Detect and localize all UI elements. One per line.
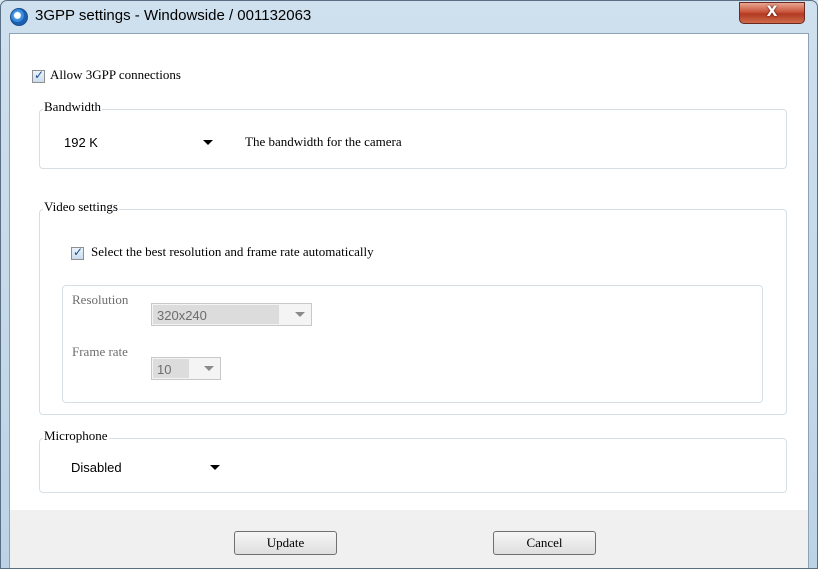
chevron-down-icon	[203, 140, 213, 145]
bandwidth-value: 192 K	[64, 135, 98, 150]
microphone-select[interactable]: Disabled	[65, 456, 227, 479]
frame-rate-value: 10	[157, 362, 172, 377]
chevron-down-icon	[204, 366, 214, 371]
window-title: 3GPP settings - Windowside / 001132063	[35, 7, 312, 24]
microphone-group-title: Microphone	[43, 428, 109, 444]
allow-3gpp-label: Allow 3GPP connections	[50, 67, 181, 82]
chevron-down-icon	[210, 465, 220, 470]
resolution-label: Resolution	[72, 292, 129, 307]
auto-resolution-label: Select the best resolution and frame rat…	[91, 244, 374, 259]
allow-3gpp-checkbox[interactable]	[32, 68, 45, 83]
dialog-window: 3GPP settings - Windowside / 001132063 X…	[0, 0, 818, 569]
update-button[interactable]: Update	[234, 531, 337, 555]
frame-rate-label: Frame rate	[72, 344, 128, 359]
title-bar[interactable]: 3GPP settings - Windowside / 001132063 X	[1, 1, 817, 33]
bandwidth-group-title: Bandwidth	[43, 99, 103, 115]
camera-app-icon	[10, 8, 28, 26]
resolution-select[interactable]: 320x240	[151, 303, 312, 326]
close-button[interactable]: X	[739, 2, 805, 24]
button-bar: Update Cancel	[10, 510, 808, 568]
chevron-down-icon	[295, 312, 305, 317]
bandwidth-select[interactable]: 192 K	[58, 131, 220, 154]
microphone-value: Disabled	[71, 460, 122, 475]
bandwidth-description: The bandwidth for the camera	[245, 134, 402, 149]
dialog-content: Allow 3GPP connections Bandwidth 192 K T…	[9, 33, 809, 568]
resolution-value: 320x240	[157, 308, 207, 323]
close-icon: X	[766, 4, 778, 20]
video-settings-group-title: Video settings	[43, 199, 119, 215]
cancel-button[interactable]: Cancel	[493, 531, 596, 555]
auto-resolution-checkbox[interactable]	[71, 245, 84, 260]
frame-rate-select[interactable]: 10	[151, 357, 221, 380]
